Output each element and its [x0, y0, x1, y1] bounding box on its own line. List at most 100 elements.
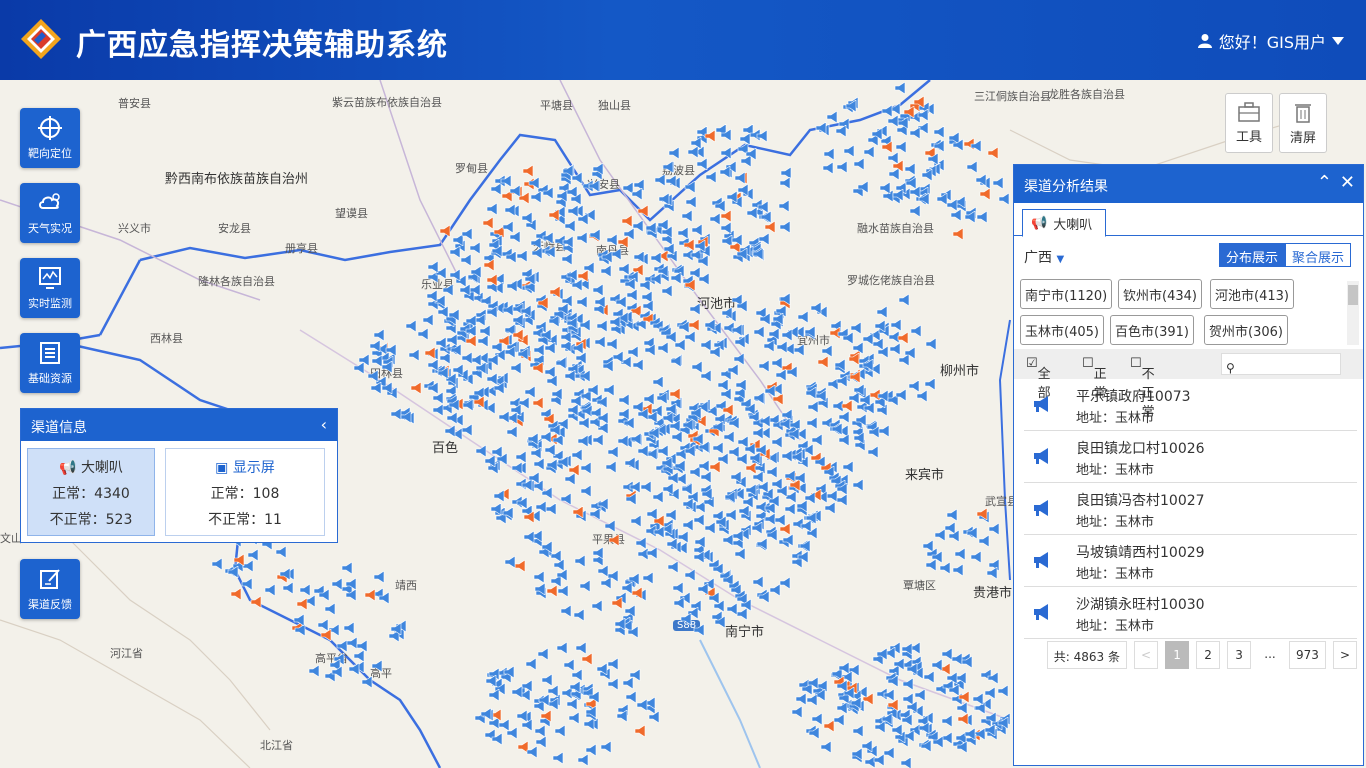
loudspeaker-marker-icon[interactable] — [736, 452, 750, 465]
page-button[interactable]: 3 — [1227, 641, 1252, 669]
loudspeaker-marker-icon[interactable] — [744, 403, 758, 416]
loudspeaker-marker-icon[interactable] — [948, 530, 962, 543]
loudspeaker-marker-icon[interactable] — [852, 479, 866, 492]
loudspeaker-marker-icon[interactable] — [211, 558, 225, 571]
loudspeaker-marker-icon[interactable] — [889, 343, 903, 356]
loudspeaker-marker-icon[interactable] — [817, 355, 831, 368]
loudspeaker-marker-icon[interactable] — [624, 278, 638, 291]
loudspeaker-marker-icon[interactable] — [694, 240, 708, 253]
loudspeaker-marker-icon[interactable] — [752, 576, 766, 589]
loudspeaker-marker-icon[interactable] — [592, 284, 606, 297]
loudspeaker-marker-icon[interactable] — [887, 114, 901, 127]
loudspeaker-marker-icon[interactable] — [616, 709, 630, 722]
loudspeaker-marker-icon[interactable] — [331, 665, 345, 678]
loudspeaker-marker-icon[interactable] — [614, 617, 628, 630]
loudspeaker-marker-icon[interactable] — [894, 82, 908, 95]
loudspeaker-marker-icon[interactable] — [734, 547, 748, 560]
loudspeaker-marker-icon[interactable] — [671, 431, 685, 444]
loudspeaker-marker-icon[interactable] — [853, 431, 867, 444]
loudspeaker-marker-icon[interactable] — [958, 690, 972, 703]
loudspeaker-marker-icon[interactable] — [698, 272, 712, 285]
loudspeaker-marker-icon[interactable] — [848, 391, 862, 404]
loudspeaker-marker-icon[interactable] — [583, 261, 597, 274]
loudspeaker-marker-icon[interactable] — [836, 679, 850, 692]
loudspeaker-marker-icon[interactable] — [533, 457, 547, 470]
loudspeaker-marker-icon[interactable] — [836, 483, 850, 496]
filter-all[interactable]: ☑ 全部 — [1026, 356, 1051, 401]
loudspeaker-marker-icon[interactable] — [677, 226, 691, 239]
loudspeaker-marker-icon[interactable] — [607, 677, 621, 690]
loudspeaker-marker-icon[interactable] — [250, 596, 264, 609]
loudspeaker-marker-icon[interactable] — [510, 361, 524, 374]
loudspeaker-marker-icon[interactable] — [318, 588, 332, 601]
loudspeaker-marker-icon[interactable] — [670, 272, 684, 284]
loudspeaker-marker-icon[interactable] — [607, 570, 621, 583]
loudspeaker-marker-icon[interactable] — [833, 714, 847, 727]
loudspeaker-marker-icon[interactable] — [897, 331, 911, 344]
loudspeaker-marker-icon[interactable] — [345, 589, 359, 602]
loudspeaker-marker-icon[interactable] — [516, 496, 530, 509]
loudspeaker-marker-icon[interactable] — [658, 193, 672, 206]
loudspeaker-marker-icon[interactable] — [636, 698, 650, 711]
loudspeaker-marker-icon[interactable] — [470, 265, 484, 278]
close-icon[interactable]: ✕ — [1340, 172, 1355, 193]
loudspeaker-marker-icon[interactable] — [740, 598, 754, 611]
loudspeaker-marker-icon[interactable] — [881, 712, 895, 725]
loudspeaker-marker-icon[interactable] — [987, 671, 1001, 684]
loudspeaker-marker-icon[interactable] — [892, 189, 906, 202]
loudspeaker-marker-icon[interactable] — [850, 697, 864, 710]
loudspeaker-marker-icon[interactable] — [932, 736, 946, 749]
loudspeaker-marker-icon[interactable] — [576, 296, 590, 309]
loudspeaker-marker-icon[interactable] — [618, 407, 632, 420]
loudspeaker-marker-icon[interactable] — [820, 741, 834, 754]
loudspeaker-marker-icon[interactable] — [570, 193, 584, 206]
loudspeaker-marker-icon[interactable] — [771, 357, 785, 369]
loudspeaker-marker-icon[interactable] — [756, 130, 770, 143]
loudspeaker-marker-icon[interactable] — [917, 109, 931, 122]
loudspeaker-marker-icon[interactable] — [728, 416, 742, 429]
loudspeaker-marker-icon[interactable] — [849, 370, 863, 383]
loudspeaker-marker-icon[interactable] — [608, 534, 622, 547]
loudspeaker-marker-icon[interactable] — [665, 174, 679, 187]
loudspeaker-marker-icon[interactable] — [987, 146, 1001, 159]
loudspeaker-marker-icon[interactable] — [491, 733, 505, 746]
loudspeaker-marker-icon[interactable] — [227, 565, 241, 578]
loudspeaker-marker-icon[interactable] — [512, 328, 526, 341]
loudspeaker-marker-icon[interactable] — [961, 655, 975, 668]
loudspeaker-marker-icon[interactable] — [487, 354, 501, 367]
loudspeaker-marker-icon[interactable] — [230, 588, 244, 601]
loudspeaker-marker-icon[interactable] — [642, 572, 656, 585]
loudspeaker-marker-icon[interactable] — [546, 458, 560, 471]
loudspeaker-marker-icon[interactable] — [734, 172, 748, 185]
loudspeaker-marker-icon[interactable] — [667, 561, 681, 574]
loudspeaker-marker-icon[interactable] — [546, 584, 560, 597]
loudspeaker-marker-icon[interactable] — [946, 672, 960, 685]
loudspeaker-marker-icon[interactable] — [264, 583, 278, 596]
loudspeaker-marker-icon[interactable] — [853, 158, 867, 171]
loudspeaker-marker-icon[interactable] — [345, 577, 359, 590]
loudspeaker-marker-icon[interactable] — [966, 160, 980, 173]
loudspeaker-marker-icon[interactable] — [795, 692, 809, 705]
distribution-mode-button[interactable]: 分布展示 — [1218, 243, 1285, 267]
loudspeaker-marker-icon[interactable] — [642, 299, 656, 312]
loudspeaker-marker-icon[interactable] — [730, 470, 744, 483]
loudspeaker-marker-icon[interactable] — [348, 662, 362, 675]
loudspeaker-marker-icon[interactable] — [630, 433, 644, 446]
city-tag[interactable]: 河池市(413) — [1210, 279, 1294, 309]
loudspeaker-marker-icon[interactable] — [724, 490, 738, 503]
loudspeaker-marker-icon[interactable] — [701, 488, 715, 501]
loudspeaker-marker-icon[interactable] — [689, 302, 703, 315]
loudspeaker-marker-icon[interactable] — [548, 208, 562, 221]
loudspeaker-marker-icon[interactable] — [596, 395, 610, 408]
loudspeaker-marker-icon[interactable] — [791, 706, 805, 719]
loudspeaker-marker-icon[interactable] — [427, 381, 441, 394]
loudspeaker-marker-icon[interactable] — [845, 99, 859, 112]
loudspeaker-marker-icon[interactable] — [459, 284, 473, 297]
loudspeaker-marker-icon[interactable] — [473, 396, 487, 409]
loudspeaker-marker-icon[interactable] — [731, 323, 745, 336]
loudspeaker-marker-icon[interactable] — [684, 181, 698, 194]
loudspeaker-marker-icon[interactable] — [580, 484, 594, 497]
loudspeaker-marker-icon[interactable] — [933, 139, 947, 152]
loudspeaker-marker-icon[interactable] — [449, 245, 463, 258]
loudspeaker-marker-icon[interactable] — [469, 241, 483, 254]
